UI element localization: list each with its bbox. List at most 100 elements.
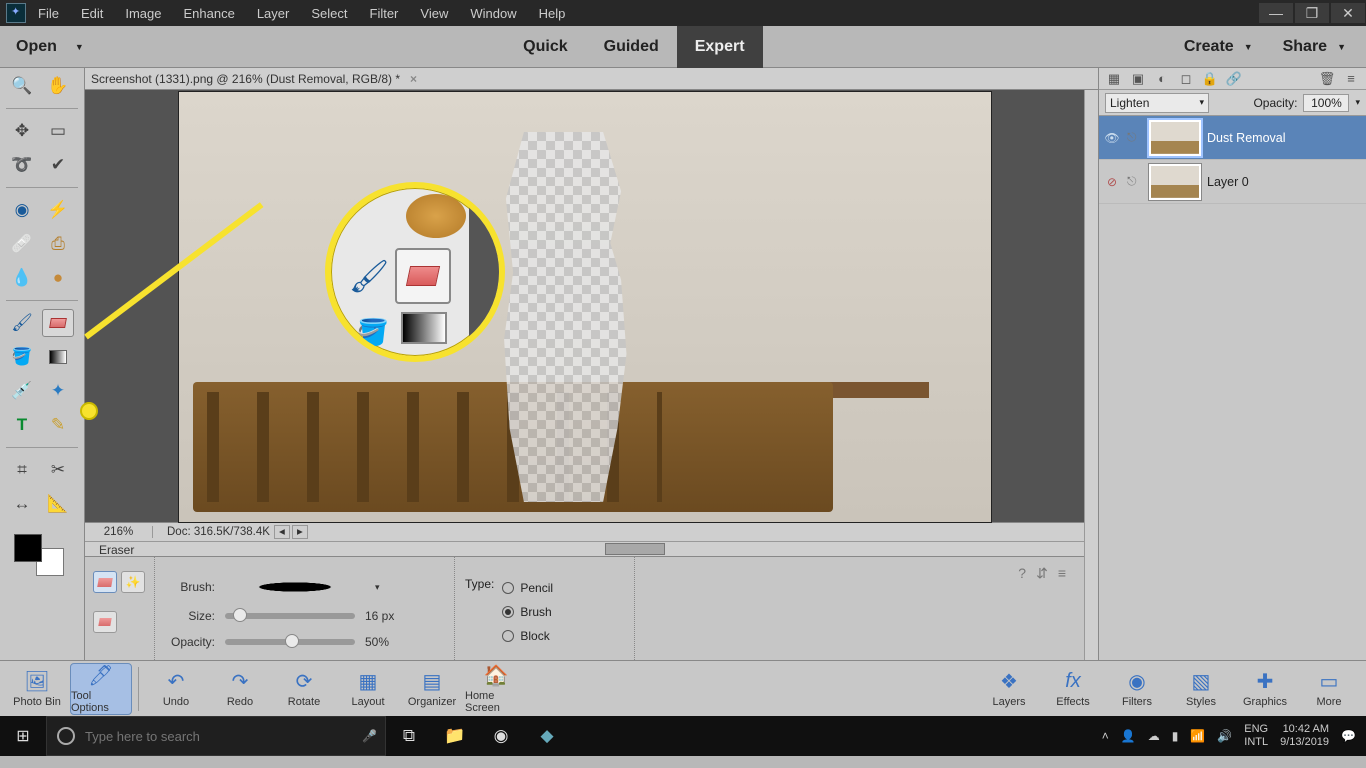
pse-taskbar-icon[interactable]: ◆ <box>524 716 570 756</box>
recompose-tool[interactable]: ✂ <box>42 456 74 484</box>
size-slider[interactable] <box>225 613 355 619</box>
gradient-tool[interactable] <box>42 343 74 371</box>
effects-button[interactable]: fxEffects <box>1042 663 1104 715</box>
menu-window[interactable]: Window <box>470 6 516 21</box>
undo-button[interactable]: ↶Undo <box>145 663 207 715</box>
mode-quick-tab[interactable]: Quick <box>505 26 585 68</box>
eyedropper-tool[interactable]: 💉 <box>6 377 38 405</box>
content-aware-move-tool[interactable]: ↔ <box>6 490 38 518</box>
layer-lock-icon[interactable]: ⎋ <box>1127 130 1143 145</box>
menu-layer[interactable]: Layer <box>257 6 290 21</box>
help-icon[interactable]: ? <box>1018 565 1026 581</box>
doc-info-prev[interactable]: ◂ <box>274 525 290 539</box>
brush-tool[interactable]: 🖌 <box>6 309 38 337</box>
tray-battery-icon[interactable]: ▮ <box>1172 729 1179 743</box>
color-swatch[interactable] <box>14 534 64 576</box>
delete-layer-icon[interactable]: 🗑 <box>1318 71 1336 87</box>
blend-mode-dropdown[interactable]: Lighten ▾ <box>1105 93 1209 113</box>
graphics-button[interactable]: ✚Graphics <box>1234 663 1296 715</box>
brush-preview[interactable] <box>225 577 365 597</box>
reset-icon[interactable]: ⇵ <box>1036 565 1048 582</box>
mic-icon[interactable]: 🎤 <box>362 729 377 743</box>
menu-file[interactable]: File <box>38 6 59 21</box>
eraser-mode-magic[interactable] <box>93 611 117 633</box>
doc-info-next[interactable]: ▸ <box>292 525 308 539</box>
foreground-color[interactable] <box>14 534 42 562</box>
rotate-button[interactable]: ⟳Rotate <box>273 663 335 715</box>
new-group-icon[interactable]: ▣ <box>1129 71 1147 87</box>
crop-tool[interactable]: ⌗ <box>6 456 38 484</box>
type-option-block[interactable]: Block <box>502 625 553 647</box>
spot-heal-tool[interactable]: 🩹 <box>6 230 38 258</box>
quick-select-tool[interactable]: ✔ <box>42 151 74 179</box>
document-tab-close[interactable]: × <box>410 72 417 86</box>
menu-edit[interactable]: Edit <box>81 6 103 21</box>
lasso-tool[interactable]: ➰ <box>6 151 38 179</box>
adjustment-layer-icon[interactable]: ◐ <box>1153 71 1171 87</box>
clone-stamp-tool[interactable]: ⎙ <box>42 230 74 258</box>
layer-opacity-field[interactable]: 100% <box>1303 94 1349 112</box>
layer-thumbnail[interactable] <box>1149 164 1201 200</box>
tray-onedrive-icon[interactable]: ☁ <box>1148 729 1160 743</box>
text-tool[interactable]: T <box>6 411 38 439</box>
window-minimize-button[interactable]: ― <box>1259 3 1293 23</box>
move-tool[interactable]: ✥ <box>6 117 38 145</box>
layer-thumbnail[interactable] <box>1149 120 1201 156</box>
redeye-tool[interactable]: ◉ <box>6 196 38 224</box>
straighten-tool[interactable]: 📐 <box>42 490 74 518</box>
new-layer-icon[interactable]: ▦ <box>1105 71 1123 87</box>
file-explorer-taskbar-icon[interactable]: 📁 <box>432 716 478 756</box>
opacity-slider[interactable] <box>225 639 355 645</box>
taskbar-search[interactable]: 🎤 <box>46 716 386 756</box>
mask-icon[interactable]: ◻ <box>1177 71 1195 87</box>
tray-overflow-icon[interactable]: ˄ <box>1102 729 1109 743</box>
type-option-brush[interactable]: Brush <box>502 601 553 623</box>
link-layers-icon[interactable]: 🔗 <box>1225 71 1243 87</box>
mode-guided-tab[interactable]: Guided <box>586 26 677 68</box>
menu-view[interactable]: View <box>420 6 448 21</box>
tray-volume-icon[interactable]: 🔊 <box>1217 729 1232 743</box>
sponge-tool[interactable]: ● <box>42 264 74 292</box>
window-maximize-button[interactable]: ❐ <box>1295 3 1329 23</box>
type-option-pencil[interactable]: Pencil <box>502 577 553 599</box>
tray-clock[interactable]: 10:42 AM 9/13/2019 <box>1280 723 1329 749</box>
eraser-tool[interactable] <box>42 309 74 337</box>
menu-filter[interactable]: Filter <box>370 6 399 21</box>
horizontal-scrollbar[interactable] <box>85 541 1084 556</box>
layer-lock-icon[interactable]: ⎋ <box>1127 174 1143 189</box>
share-button[interactable]: Share ▼ <box>1283 38 1346 56</box>
layer-row[interactable]: ⊘ ⎋ Layer 0 <box>1099 160 1366 204</box>
size-value[interactable]: 16 px <box>365 609 394 623</box>
home-screen-button[interactable]: 🏠Home Screen <box>465 663 527 715</box>
menu-enhance[interactable]: Enhance <box>184 6 235 21</box>
photo-bin-button[interactable]: 🖼Photo Bin <box>6 663 68 715</box>
search-input[interactable] <box>85 729 352 744</box>
eraser-mode-background[interactable]: ✨ <box>121 571 145 593</box>
tray-language[interactable]: ENG INTL <box>1244 723 1268 749</box>
visibility-toggle[interactable]: 👁 <box>1103 131 1121 145</box>
menu-image[interactable]: Image <box>125 6 161 21</box>
lock-icon[interactable]: 🔒 <box>1201 71 1219 87</box>
menu-select[interactable]: Select <box>311 6 347 21</box>
eraser-mode-eraser[interactable] <box>93 571 117 593</box>
visibility-toggle[interactable]: ⊘ <box>1103 175 1121 189</box>
styles-button[interactable]: ▧Styles <box>1170 663 1232 715</box>
zoom-tool[interactable]: 🔍 <box>6 72 38 100</box>
hand-tool[interactable]: ✋ <box>42 72 74 100</box>
panel-menu-icon[interactable]: ≡ <box>1342 71 1360 87</box>
redo-button[interactable]: ↷Redo <box>209 663 271 715</box>
more-button[interactable]: ▭More <box>1298 663 1360 715</box>
brush-dropdown-icon[interactable]: ▾ <box>375 582 380 593</box>
menu-help[interactable]: Help <box>539 6 566 21</box>
start-button[interactable]: ⊞ <box>0 716 46 756</box>
canvas[interactable]: 🖌 🪣 <box>85 90 1084 522</box>
shape-tool[interactable]: ✦ <box>42 377 74 405</box>
vertical-scrollbar[interactable] <box>1084 90 1098 660</box>
panel-menu-icon[interactable]: ≡ <box>1058 565 1066 581</box>
layer-row[interactable]: 👁 ⎋ Dust Removal <box>1099 116 1366 160</box>
pencil-tool[interactable]: ✎ <box>42 411 74 439</box>
layer-name[interactable]: Dust Removal <box>1207 131 1286 145</box>
document-tab[interactable]: Screenshot (1331).png @ 216% (Dust Remov… <box>91 72 400 86</box>
whiten-teeth-tool[interactable]: ⚡ <box>42 196 74 224</box>
opacity-value[interactable]: 50% <box>365 635 389 649</box>
